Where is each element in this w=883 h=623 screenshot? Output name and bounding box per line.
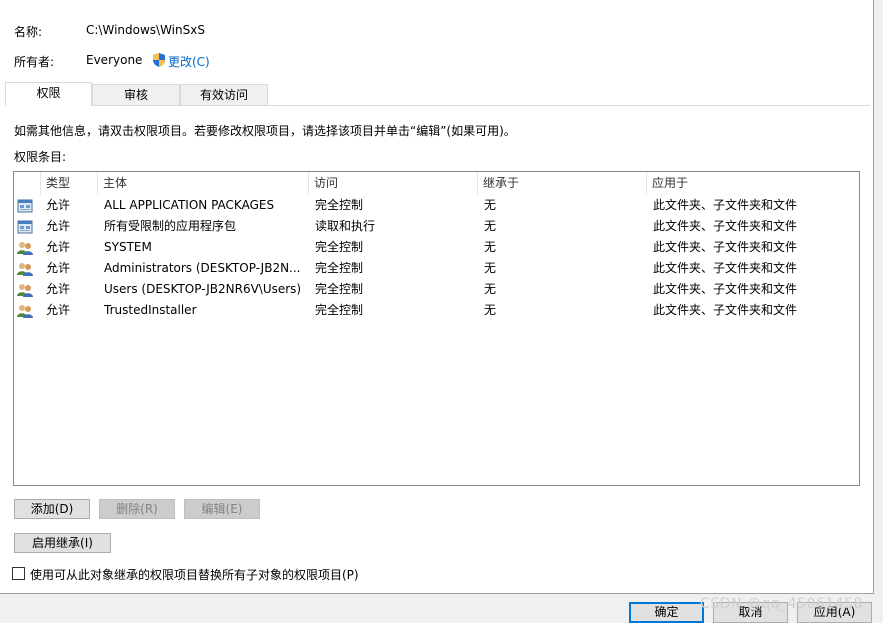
cell-inherited-from: 无 bbox=[484, 261, 497, 275]
watermark: CSDN @qq_45061458 bbox=[700, 596, 863, 612]
enable-inheritance-button[interactable]: 启用继承(I) bbox=[14, 533, 111, 553]
tab-auditing[interactable]: 审核 bbox=[92, 84, 180, 105]
table-row[interactable]: 允许 ALL APPLICATION PACKAGES 完全控制 无 此文件夹、子文件夹… bbox=[14, 195, 859, 216]
cell-access: 完全控制 bbox=[315, 261, 364, 275]
owner-value: Everyone bbox=[86, 53, 143, 67]
cell-type: 允许 bbox=[46, 219, 71, 233]
users-icon bbox=[17, 240, 33, 256]
package-icon bbox=[17, 198, 33, 214]
cell-applies-to: 此文件夹、子文件夹和文件 bbox=[653, 303, 798, 317]
cell-inherited-from: 无 bbox=[484, 198, 497, 212]
remove-button[interactable]: 删除(R) bbox=[99, 499, 175, 519]
column-header-applies-to[interactable]: 应用于 bbox=[647, 172, 859, 195]
ok-button[interactable]: 确定 bbox=[629, 602, 704, 623]
cell-inherited-from: 无 bbox=[484, 303, 497, 317]
tab-permissions[interactable]: 权限 bbox=[5, 82, 92, 106]
table-row[interactable]: 允许 Administrators (DESKTOP-JB2N... 完全控制 无 此文… bbox=[14, 258, 859, 279]
column-header-icon bbox=[14, 172, 41, 195]
cell-principal: TrustedInstaller bbox=[104, 303, 197, 317]
cell-inherited-from: 无 bbox=[484, 282, 497, 296]
permission-entries-list[interactable]: 类型 主体 访问 继承于 应用于 允许 ALL APPLICATION PACKA… bbox=[13, 171, 860, 486]
cell-access: 完全控制 bbox=[315, 282, 364, 296]
cell-principal: Administrators (DESKTOP-JB2N... bbox=[104, 261, 301, 275]
tab-effective-access-label: 有效访问 bbox=[199, 88, 248, 102]
cell-inherited-from: 无 bbox=[484, 240, 497, 254]
cell-principal: SYSTEM bbox=[104, 240, 152, 254]
cell-principal: 所有受限制的应用程序包 bbox=[104, 219, 237, 233]
table-row[interactable]: 允许 SYSTEM 完全控制 无 此文件夹、子文件夹和文件 bbox=[14, 237, 859, 258]
add-button[interactable]: 添加(D) bbox=[14, 499, 90, 519]
replace-child-permissions-checkbox[interactable] bbox=[12, 567, 25, 580]
cell-access: 读取和执行 bbox=[315, 219, 376, 233]
column-header-inherited-from[interactable]: 继承于 bbox=[478, 172, 647, 195]
column-header-access[interactable]: 访问 bbox=[309, 172, 478, 195]
table-row[interactable]: 允许 Users (DESKTOP-JB2NR6V\Users) 完全控制 无 此文件夹… bbox=[14, 279, 859, 300]
replace-child-permissions-label: 使用可从此对象继承的权限项目替换所有子对象的权限项目(P) bbox=[30, 568, 359, 582]
cell-applies-to: 此文件夹、子文件夹和文件 bbox=[653, 198, 798, 212]
cell-access: 完全控制 bbox=[315, 303, 364, 317]
advanced-security-panel: 名称: C:\Windows\WinSxS 所有者: Everyone 更改(C… bbox=[0, 0, 874, 594]
column-header-type[interactable]: 类型 bbox=[41, 172, 98, 195]
cell-type: 允许 bbox=[46, 303, 71, 317]
cell-applies-to: 此文件夹、子文件夹和文件 bbox=[653, 219, 798, 233]
owner-label: 所有者: bbox=[14, 55, 55, 69]
cell-type: 允许 bbox=[46, 282, 71, 296]
entries-label: 权限条目: bbox=[14, 150, 67, 164]
tab-divider bbox=[5, 105, 870, 106]
cell-principal: Users (DESKTOP-JB2NR6V\Users) bbox=[104, 282, 302, 296]
cell-inherited-from: 无 bbox=[484, 219, 497, 233]
cell-access: 完全控制 bbox=[315, 240, 364, 254]
table-row[interactable]: 允许 TrustedInstaller 完全控制 无 此文件夹、子文件夹和文件 bbox=[14, 300, 859, 321]
cell-applies-to: 此文件夹、子文件夹和文件 bbox=[653, 261, 798, 275]
change-owner-link[interactable]: 更改(C) bbox=[168, 53, 210, 70]
name-value: C:\Windows\WinSxS bbox=[86, 23, 205, 37]
users-icon bbox=[17, 261, 33, 277]
cell-principal: ALL APPLICATION PACKAGES bbox=[104, 198, 275, 212]
edit-button[interactable]: 编辑(E) bbox=[184, 499, 260, 519]
cell-applies-to: 此文件夹、子文件夹和文件 bbox=[653, 240, 798, 254]
cell-applies-to: 此文件夹、子文件夹和文件 bbox=[653, 282, 798, 296]
package-icon bbox=[17, 219, 33, 235]
users-icon bbox=[17, 303, 33, 319]
cell-access: 完全控制 bbox=[315, 198, 364, 212]
tab-auditing-label: 审核 bbox=[123, 88, 148, 102]
cell-type: 允许 bbox=[46, 261, 71, 275]
tab-effective-access[interactable]: 有效访问 bbox=[180, 84, 268, 105]
tab-permissions-label: 权限 bbox=[36, 86, 61, 100]
cell-type: 允许 bbox=[46, 198, 71, 212]
table-row[interactable]: 允许 所有受限制的应用程序包 读取和执行 无 此文件夹、子文件夹和文件 bbox=[14, 216, 859, 237]
column-header-principal[interactable]: 主体 bbox=[98, 172, 309, 195]
cell-type: 允许 bbox=[46, 240, 71, 254]
uac-shield-icon bbox=[153, 53, 165, 67]
users-icon bbox=[17, 282, 33, 298]
name-label: 名称: bbox=[14, 25, 43, 39]
info-text: 如需其他信息，请双击权限项目。若要修改权限项目，请选择该项目并单击“编辑”(如果… bbox=[14, 124, 516, 138]
